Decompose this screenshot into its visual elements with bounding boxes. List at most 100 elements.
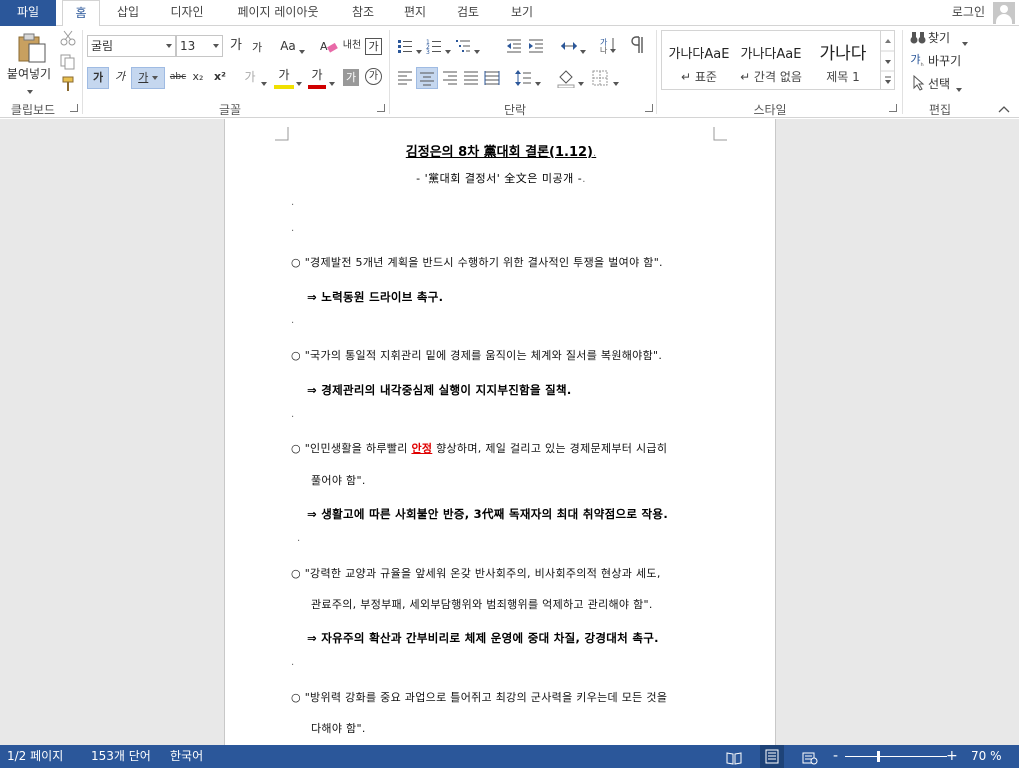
- justify-icon[interactable]: [463, 70, 479, 86]
- text-direction-icon[interactable]: [560, 38, 578, 54]
- paragraph-quote[interactable]: ○ "국가의 통일적 지휘관리 밑에 경제를 움직이는 체계와 질서를 복원해야…: [291, 347, 662, 363]
- strikethrough-button[interactable]: abc: [168, 67, 188, 87]
- underline-button[interactable]: 가: [131, 67, 165, 89]
- page-count[interactable]: 1/2 페이지: [7, 745, 63, 768]
- character-shading-button[interactable]: 가: [343, 69, 359, 86]
- word-count[interactable]: 153개 단어: [91, 745, 151, 768]
- character-border-button[interactable]: 가: [365, 38, 382, 55]
- shrink-font-button[interactable]: 가: [250, 38, 264, 58]
- paragraph-quote[interactable]: ○ "방위력 강화를 중요 과업으로 틀어쥐고 최강의 군사력을 키우는데 모든…: [291, 689, 667, 705]
- paragraph-quote-continued[interactable]: 풀어야 함".: [311, 472, 366, 488]
- document-title[interactable]: 김정은의 8차 黨대회 결론(1.12).: [225, 141, 777, 160]
- tab-home[interactable]: 홈: [62, 0, 100, 27]
- phonetic-guide-button[interactable]: 내천: [342, 36, 362, 56]
- select-button[interactable]: 선택: [928, 74, 954, 94]
- login-link[interactable]: 로그인: [952, 0, 985, 24]
- font-color-button[interactable]: 가: [308, 65, 326, 89]
- clear-formatting-icon[interactable]: A: [320, 38, 338, 54]
- replace-button[interactable]: 바꾸기: [928, 51, 968, 71]
- distributed-icon[interactable]: [484, 70, 500, 86]
- find-dropdown-icon[interactable]: [962, 36, 968, 50]
- borders-icon[interactable]: [592, 70, 608, 86]
- paragraph-quote-continued[interactable]: 다해야 함".: [311, 720, 366, 736]
- paragraph-analysis[interactable]: ⇒ 자유주의 확산과 간부비리로 체제 운영에 중대 차질, 강경대처 촉구.: [307, 630, 659, 646]
- font-color-dropdown-icon[interactable]: [329, 76, 335, 90]
- document-page[interactable]: 김정은의 8차 黨대회 결론(1.12). - '黨대회 결정서' 全文은 미공…: [224, 119, 776, 745]
- document-area[interactable]: 김정은의 8차 黨대회 결론(1.12). - '黨대회 결정서' 全文은 미공…: [0, 119, 1019, 745]
- line-spacing-dropdown-icon[interactable]: [535, 76, 541, 90]
- copy-icon[interactable]: [60, 54, 76, 70]
- change-case-button[interactable]: Aa: [278, 36, 298, 56]
- tab-mailings[interactable]: 편지: [396, 0, 434, 26]
- zoom-slider-thumb[interactable]: [877, 751, 880, 762]
- font-launcher-icon[interactable]: [377, 104, 385, 112]
- styles-launcher-icon[interactable]: [889, 104, 897, 112]
- bold-button[interactable]: 가: [87, 67, 109, 89]
- style-no-spacing[interactable]: 가나다AaE ↵ 간격 없음: [736, 33, 806, 87]
- highlight-button[interactable]: 가: [274, 65, 294, 89]
- change-case-dropdown-icon[interactable]: [299, 44, 305, 58]
- paragraph-quote[interactable]: ○ "인민생활을 하루빨리 안정 향상하며, 제일 걸리고 있는 경제문제부터 …: [291, 440, 667, 456]
- collapse-ribbon-icon[interactable]: [998, 103, 1010, 113]
- zoom-slider-track[interactable]: [845, 756, 947, 757]
- styles-gallery-scroll[interactable]: [880, 31, 895, 89]
- paragraph-quote-continued[interactable]: 관료주의, 부정부패, 세외부담행위와 범죄행위를 억제하고 관리해야 함".: [311, 596, 653, 612]
- zoom-level[interactable]: 70 %: [971, 745, 1002, 768]
- tab-references[interactable]: 참조: [342, 0, 384, 26]
- tab-insert[interactable]: 삽입: [108, 0, 148, 26]
- style-heading-1[interactable]: 가나다 제목 1: [808, 33, 878, 87]
- paragraph-quote[interactable]: ○ "경제발전 5개년 계획을 반드시 수행하기 위한 결사적인 투쟁을 벌여야…: [291, 254, 663, 270]
- grow-font-button[interactable]: 가: [228, 36, 244, 56]
- tab-design[interactable]: 디자인: [162, 0, 212, 26]
- language-indicator[interactable]: 한국어: [170, 745, 203, 768]
- multilevel-dropdown-icon[interactable]: [474, 44, 480, 58]
- paste-button[interactable]: 붙여넣기: [4, 64, 54, 84]
- tab-review[interactable]: 검토: [448, 0, 488, 26]
- paragraph-analysis[interactable]: ⇒ 경제관리의 내각중심제 실행이 지지부진함을 질책.: [307, 382, 572, 398]
- text-effects-button[interactable]: 가: [242, 67, 258, 87]
- show-hide-marks-icon[interactable]: [630, 36, 646, 54]
- tab-layout[interactable]: 페이지 레이아웃: [228, 0, 328, 26]
- line-spacing-icon[interactable]: [514, 69, 532, 87]
- font-size-combo[interactable]: 13: [176, 35, 223, 57]
- borders-dropdown-icon[interactable]: [613, 76, 619, 90]
- shading-icon[interactable]: [557, 68, 575, 89]
- bullets-icon[interactable]: [397, 38, 413, 54]
- superscript-button[interactable]: x²: [212, 67, 228, 87]
- subscript-button[interactable]: x₂: [191, 67, 205, 87]
- paste-icon[interactable]: [16, 32, 48, 64]
- cut-icon[interactable]: [60, 30, 76, 46]
- paragraph-analysis[interactable]: ⇒ 노력동원 드라이브 촉구.: [307, 289, 443, 305]
- bullets-dropdown-icon[interactable]: [416, 44, 422, 58]
- select-dropdown-icon[interactable]: [956, 82, 962, 96]
- align-right-icon[interactable]: [442, 70, 458, 86]
- format-painter-icon[interactable]: [60, 76, 76, 92]
- highlight-dropdown-icon[interactable]: [296, 76, 302, 90]
- clipboard-launcher-icon[interactable]: [70, 104, 78, 112]
- zoom-out-button[interactable]: -: [833, 745, 838, 768]
- increase-indent-icon[interactable]: [528, 38, 544, 54]
- paste-dropdown-icon[interactable]: [27, 84, 33, 98]
- sort-icon[interactable]: 가나: [600, 36, 618, 55]
- tab-file[interactable]: 파일: [0, 0, 56, 26]
- zoom-in-button[interactable]: +: [946, 745, 958, 768]
- document-subtitle[interactable]: - '黨대회 결정서' 全文은 미공개 -.: [225, 170, 777, 186]
- read-mode-icon[interactable]: [726, 750, 742, 765]
- print-layout-button[interactable]: [760, 745, 784, 768]
- font-name-combo[interactable]: 굴림: [87, 35, 176, 57]
- web-layout-icon[interactable]: [802, 750, 818, 765]
- decrease-indent-icon[interactable]: [506, 38, 522, 54]
- paragraph-quote[interactable]: ○ "강력한 교양과 규율을 앞세워 온갖 반사회주의, 비사회주의적 현상과 …: [291, 565, 661, 581]
- find-button[interactable]: 찾기: [928, 28, 958, 48]
- user-avatar[interactable]: [993, 2, 1015, 24]
- paragraph-launcher-icon[interactable]: [645, 104, 653, 112]
- style-normal[interactable]: 가나다AaE ↵ 표준: [664, 33, 734, 87]
- align-center-button[interactable]: [416, 67, 438, 89]
- numbering-dropdown-icon[interactable]: [445, 44, 451, 58]
- text-effects-dropdown-icon[interactable]: [261, 76, 267, 90]
- italic-button[interactable]: 가: [112, 67, 128, 87]
- multilevel-list-icon[interactable]: [455, 38, 471, 54]
- tab-view[interactable]: 보기: [502, 0, 542, 26]
- align-left-icon[interactable]: [397, 70, 413, 86]
- enclose-characters-button[interactable]: 가: [365, 68, 382, 85]
